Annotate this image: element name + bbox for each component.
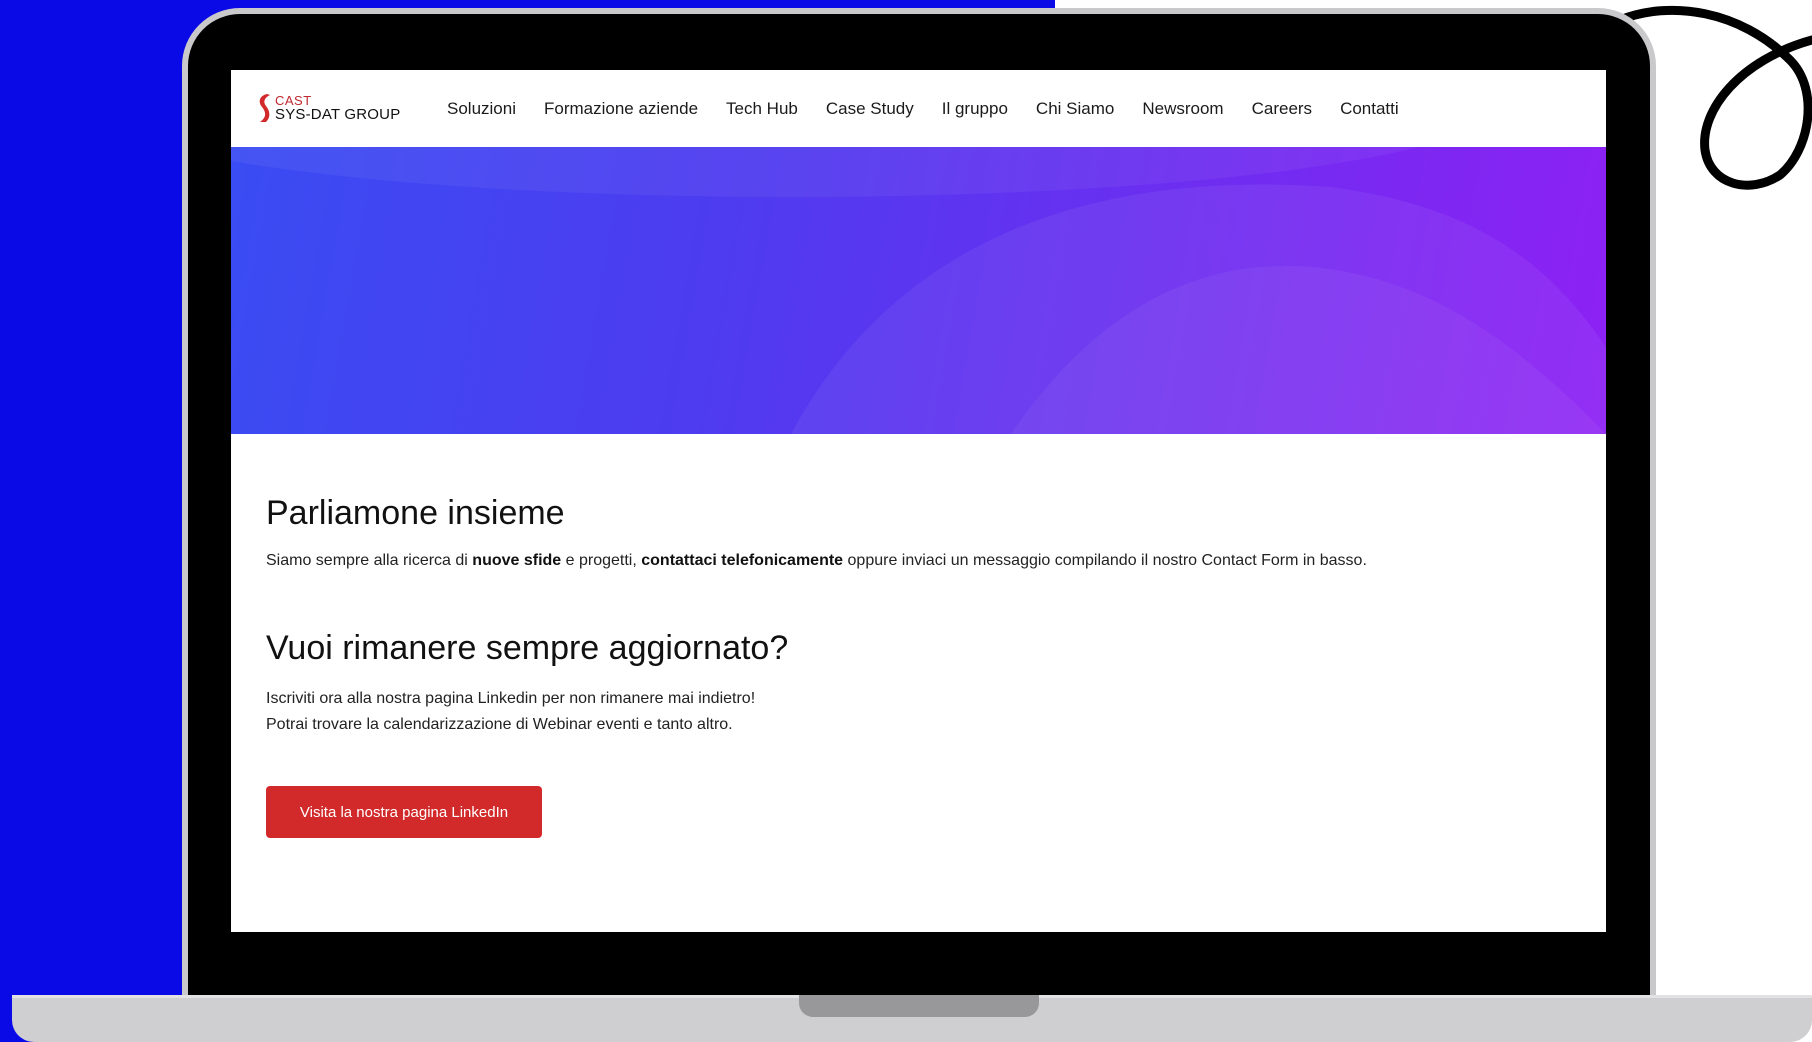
main-nav: Soluzioni Formazione aziende Tech Hub Ca… — [433, 70, 1413, 147]
nav-item-careers[interactable]: Careers — [1238, 99, 1326, 119]
nav-item-soluzioni[interactable]: Soluzioni — [433, 99, 530, 119]
section-title-parliamone: Parliamone insieme — [266, 494, 565, 532]
brand-logo[interactable]: CAST SYS-DAT GROUP — [257, 90, 400, 126]
intro-text-a: Siamo sempre alla ricerca di — [266, 552, 473, 569]
intro-bold-a: nuove sfide — [472, 552, 562, 569]
nav-item-formazione-aziende[interactable]: Formazione aziende — [530, 99, 712, 119]
laptop-notch — [799, 995, 1039, 1017]
logo-line-group: SYS-DAT GROUP — [275, 106, 401, 123]
site-header: CAST SYS-DAT GROUP Soluzioni Formazione … — [231, 70, 1606, 147]
section-title-aggiornato: Vuoi rimanere sempre aggiornato? — [266, 629, 789, 667]
linkedin-text-line1: Iscriviti ora alla nostra pagina Linkedi… — [266, 690, 756, 707]
linkedin-text-line2: Potrai trovare la calendarizzazione di W… — [266, 716, 733, 733]
section-intro-text: Siamo sempre alla ricerca di nuove sfide… — [266, 552, 1367, 570]
intro-text-b: e progetti, — [561, 552, 642, 569]
nav-item-case-study[interactable]: Case Study — [812, 99, 928, 119]
nav-item-newsroom[interactable]: Newsroom — [1128, 99, 1237, 119]
nav-item-chi-siamo[interactable]: Chi Siamo — [1022, 99, 1128, 119]
nav-item-contatti[interactable]: Contatti — [1326, 99, 1413, 119]
nav-item-tech-hub[interactable]: Tech Hub — [712, 99, 812, 119]
linkedin-button[interactable]: Visita la nostra pagina LinkedIn — [266, 786, 542, 838]
nav-item-il-gruppo[interactable]: Il gruppo — [928, 99, 1022, 119]
logo-mark-icon — [259, 94, 270, 122]
hero-wave-decoration — [231, 147, 1606, 434]
hero-banner — [231, 147, 1606, 434]
laptop-screen: CAST SYS-DAT GROUP Soluzioni Formazione … — [231, 70, 1606, 932]
intro-text-c: oppure inviaci un messaggio compilando i… — [843, 552, 1367, 569]
intro-bold-b: contattaci telefonicamente — [641, 552, 844, 569]
